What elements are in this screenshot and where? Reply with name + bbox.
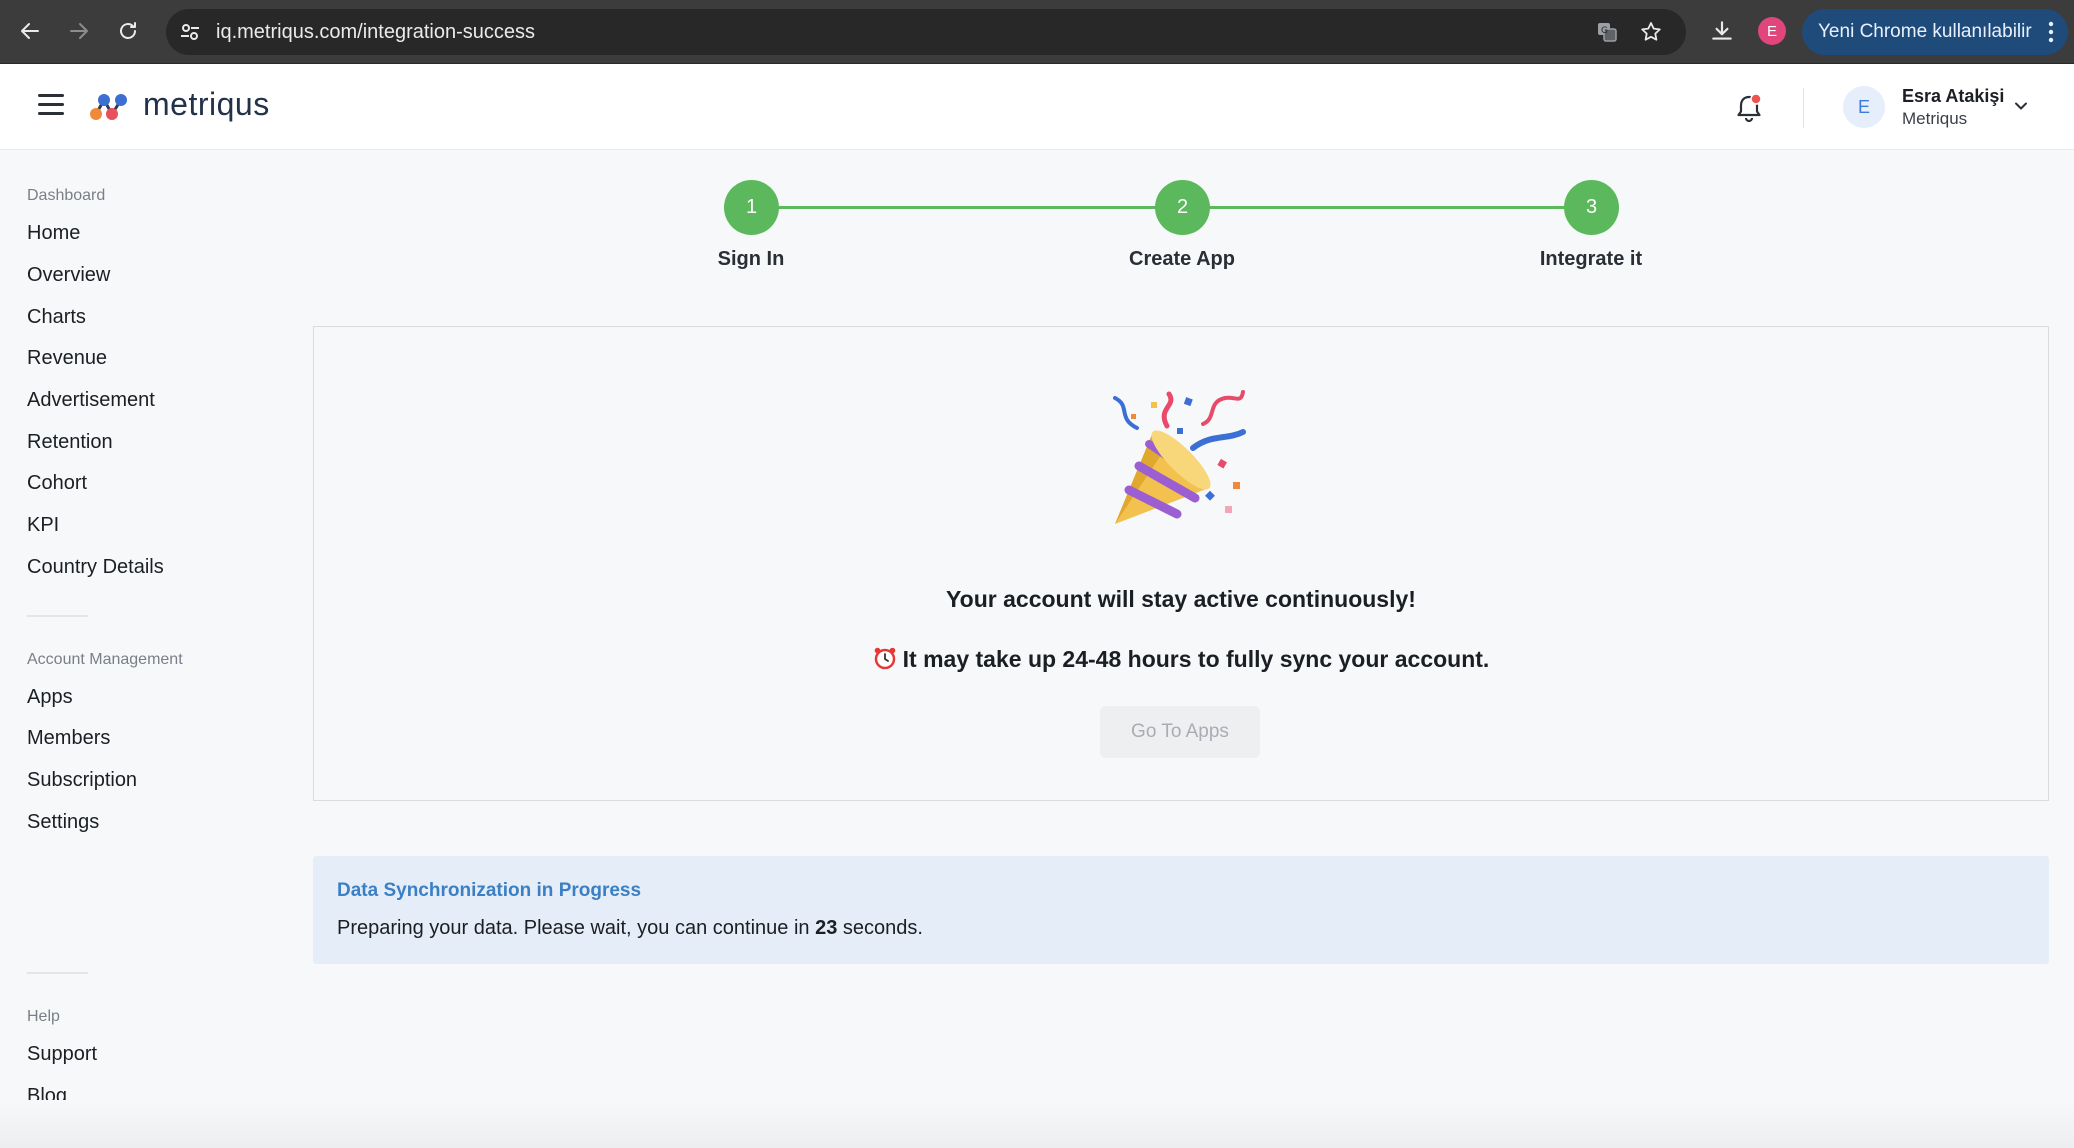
sidebar-item-charts[interactable]: Charts — [27, 306, 86, 329]
chrome-update-button[interactable]: Yeni Chrome kullanılabilir — [1802, 9, 2068, 55]
sidebar-item-country-details[interactable]: Country Details — [27, 556, 164, 579]
sync-text-after: seconds. — [837, 917, 923, 939]
sync-countdown: 23 — [815, 917, 838, 939]
sidebar-item-subscription[interactable]: Subscription — [27, 769, 137, 792]
party-popper-icon — [1113, 390, 1246, 524]
stepper-connector — [751, 206, 1157, 209]
sidebar-section-account-management: Account Management — [27, 651, 183, 668]
more-vert-icon — [2048, 21, 2054, 43]
sidebar-item-retention[interactable]: Retention — [27, 431, 113, 454]
browser-toolbar: iq.metriqus.com/integration-success G E … — [0, 0, 2074, 64]
sidebar-item-revenue[interactable]: Revenue — [27, 347, 107, 370]
alarm-clock-icon — [874, 647, 895, 670]
sync-banner: Data Synchronization in Progress Prepari… — [313, 856, 2049, 964]
back-icon[interactable] — [13, 14, 47, 48]
address-bar[interactable]: iq.metriqus.com/integration-success G — [166, 9, 1686, 55]
step-2-indicator: 2 — [1155, 180, 1210, 235]
reload-icon[interactable] — [111, 14, 145, 48]
sidebar-item-advertisement[interactable]: Advertisement — [27, 389, 155, 412]
app-header: metriqus E Esra Atakişi Metriqus — [0, 64, 2074, 150]
go-to-apps-button[interactable]: Go To Apps — [1100, 706, 1260, 758]
sync-banner-title: Data Synchronization in Progress — [337, 880, 642, 901]
sync-duration-note: It may take up 24-48 hours to fully sync… — [313, 646, 2049, 673]
user-avatar[interactable]: E — [1843, 86, 1885, 128]
step-1-indicator: 1 — [724, 180, 779, 235]
sidebar-item-members[interactable]: Members — [27, 727, 110, 750]
sync-text-before: Preparing your data. Please wait, you ca… — [337, 917, 816, 939]
sidebar-item-kpi[interactable]: KPI — [27, 514, 59, 537]
translate-icon[interactable]: G — [1594, 19, 1620, 45]
success-title: Your account will stay active continuous… — [946, 586, 1416, 612]
update-label: Yeni Chrome kullanılabilir — [1818, 21, 2032, 42]
sidebar-divider — [27, 615, 88, 617]
step-3-indicator: 3 — [1564, 180, 1619, 235]
site-settings-icon[interactable] — [178, 20, 202, 44]
sidebar-section-dashboard: Dashboard — [27, 187, 106, 204]
sidebar-divider — [27, 972, 88, 974]
user-name[interactable]: Esra Atakişi — [1902, 86, 2004, 107]
sidebar-item-settings[interactable]: Settings — [27, 811, 99, 834]
bookmark-star-icon[interactable] — [1638, 19, 1664, 45]
svg-text:G: G — [1601, 26, 1608, 36]
step-3-label: Integrate it — [1539, 248, 1643, 270]
sidebar-item-apps[interactable]: Apps — [27, 686, 73, 709]
sidebar: Dashboard Home Overview Charts Revenue A… — [0, 150, 290, 1148]
user-org[interactable]: Metriqus — [1902, 109, 1967, 129]
step-2-label: Create App — [1129, 248, 1235, 270]
logo-text[interactable]: metriqus — [143, 86, 270, 123]
header-divider — [1803, 88, 1804, 128]
url-text[interactable]: iq.metriqus.com/integration-success — [216, 21, 535, 44]
sidebar-item-overview[interactable]: Overview — [27, 264, 110, 287]
forward-icon[interactable] — [62, 14, 96, 48]
notification-bell-icon[interactable] — [1734, 92, 1764, 124]
sync-duration-text: It may take up 24-48 hours to fully sync… — [902, 646, 1490, 672]
menu-icon[interactable] — [38, 94, 64, 116]
download-icon[interactable] — [1707, 16, 1737, 46]
sidebar-section-help: Help — [27, 1008, 60, 1025]
metriqus-logo-icon — [90, 94, 127, 120]
step-1-label: Sign In — [717, 248, 785, 270]
sidebar-item-support[interactable]: Support — [27, 1043, 97, 1066]
sidebar-item-home[interactable]: Home — [27, 222, 80, 245]
profile-avatar[interactable]: E — [1758, 17, 1786, 45]
page-bottom-shadow — [0, 1100, 2074, 1148]
stepper-connector — [1183, 206, 1565, 209]
sidebar-item-cohort[interactable]: Cohort — [27, 472, 87, 495]
chevron-down-icon[interactable] — [2013, 98, 2029, 114]
sync-banner-text: Preparing your data. Please wait, you ca… — [337, 917, 923, 940]
